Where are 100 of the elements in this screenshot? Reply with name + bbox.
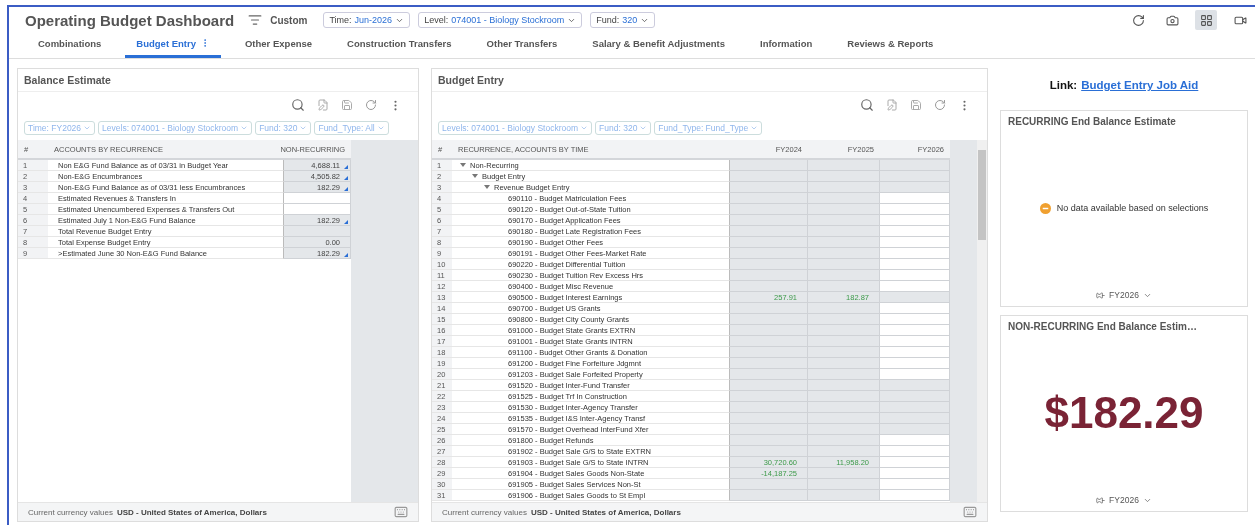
grid-icon — [1199, 13, 1213, 27]
expanded-caret-icon[interactable] — [472, 174, 478, 178]
input-cell[interactable] — [880, 446, 950, 457]
input-cell[interactable] — [880, 259, 950, 270]
view-label: Custom — [270, 14, 308, 26]
filter-dropdown[interactable]: Fund: 320 — [590, 12, 656, 28]
table-cell — [808, 204, 880, 215]
input-cell[interactable] — [880, 215, 950, 226]
table-cell — [808, 336, 880, 347]
save-icon[interactable] — [910, 99, 922, 111]
table-cell — [808, 259, 880, 270]
input-cell[interactable] — [880, 369, 950, 380]
panel-title: Balance Estimate — [18, 69, 418, 92]
edit-document-icon[interactable] — [886, 99, 898, 111]
table-cell — [808, 446, 880, 457]
table-cell — [808, 347, 880, 358]
input-cell[interactable] — [880, 237, 950, 248]
table-cell[interactable] — [284, 193, 351, 204]
input-cell[interactable] — [880, 193, 950, 204]
input-cell[interactable] — [880, 336, 950, 347]
input-cell[interactable] — [880, 325, 950, 336]
expanded-caret-icon[interactable] — [484, 185, 490, 189]
kpi-value: $182.29 — [1044, 388, 1204, 438]
table-cell — [808, 325, 880, 336]
keyboard-icon[interactable] — [394, 505, 408, 519]
tab[interactable]: Reviews & Reports — [836, 31, 945, 58]
tab[interactable]: Other Expense — [234, 31, 324, 58]
input-cell[interactable] — [880, 347, 950, 358]
currency-value: USD - United States of America, Dollars — [116, 507, 267, 517]
input-cell[interactable] — [880, 314, 950, 325]
input-cell[interactable] — [880, 435, 950, 446]
table-cell — [808, 248, 880, 259]
refresh-icon — [1131, 13, 1145, 27]
search-icon[interactable] — [860, 98, 874, 112]
chevron-icon — [580, 124, 589, 132]
camera-icon — [1165, 13, 1179, 27]
save-icon[interactable] — [341, 99, 353, 111]
table-cell — [808, 369, 880, 380]
job-aid-link[interactable]: Budget Entry Job Aid — [1081, 79, 1199, 91]
input-cell[interactable] — [880, 358, 950, 369]
table-cell[interactable] — [284, 204, 351, 215]
chevron-icon — [376, 124, 385, 132]
input-cell[interactable] — [880, 490, 950, 501]
link-label: Link: — [1049, 79, 1078, 91]
table-cell — [808, 270, 880, 281]
expanded-caret-icon[interactable] — [460, 163, 466, 167]
chevron-icon — [750, 124, 759, 132]
chevron-icon — [83, 124, 92, 132]
input-cell[interactable] — [880, 380, 950, 391]
table-cell — [808, 358, 880, 369]
input-cell[interactable] — [880, 226, 950, 237]
input-cell[interactable] — [880, 281, 950, 292]
minus-circle-icon — [1039, 202, 1051, 214]
period-dropdown[interactable]: FY2026 — [1109, 495, 1139, 505]
input-cell[interactable] — [880, 248, 950, 259]
input-cell[interactable] — [880, 292, 950, 303]
refresh-icon[interactable] — [934, 99, 946, 111]
search-icon[interactable] — [291, 98, 305, 112]
input-cell[interactable] — [880, 204, 950, 215]
tab[interactable]: Salary & Benefit Adjustments — [581, 31, 736, 58]
table-cell — [808, 303, 880, 314]
input-cell[interactable] — [880, 303, 950, 314]
table-cell — [808, 380, 880, 391]
period-dropdown[interactable]: FY2026 — [1109, 290, 1139, 300]
table-cell — [808, 435, 880, 446]
input-cell[interactable] — [880, 457, 950, 468]
tab[interactable]: Construction Transfers — [336, 31, 463, 58]
tab[interactable]: Combinations — [27, 31, 113, 58]
input-cell[interactable] — [880, 182, 950, 193]
pin-icon — [1096, 495, 1106, 505]
input-cell[interactable] — [880, 468, 950, 479]
scrollbar[interactable] — [977, 140, 987, 502]
tab[interactable]: Other Transfers — [475, 31, 569, 58]
currency-value: USD - United States of America, Dollars — [530, 507, 681, 517]
filter-dropdown[interactable]: Level: 074001 - Biology Stockroom — [418, 12, 583, 28]
panel-title: Budget Entry — [432, 69, 987, 92]
filter-icon[interactable] — [248, 13, 263, 27]
chevron-icon — [639, 124, 648, 132]
table-cell — [808, 215, 880, 226]
dashboard-title: Operating Budget Dashboard — [25, 11, 235, 29]
currency-label: Current currency values — [442, 507, 527, 517]
chevron-icon — [299, 124, 308, 132]
table-cell — [808, 237, 880, 248]
input-cell[interactable] — [880, 424, 950, 435]
input-cell[interactable] — [880, 270, 950, 281]
edit-document-icon[interactable] — [317, 99, 329, 111]
refresh-icon[interactable] — [365, 99, 377, 111]
grid-view-button[interactable] — [1195, 10, 1217, 30]
table-cell — [808, 424, 880, 435]
pin-icon — [1096, 290, 1106, 300]
table-cell — [808, 182, 880, 193]
input-cell[interactable] — [880, 479, 950, 490]
table-cell — [808, 314, 880, 325]
table-cell — [808, 281, 880, 292]
filter-dropdown[interactable]: Time: Jun-2026 — [323, 12, 411, 28]
tab[interactable]: Budget Entry — [125, 31, 221, 58]
tab[interactable]: Information — [749, 31, 824, 58]
keyboard-icon[interactable] — [963, 505, 977, 519]
card-title: RECURRING End Balance Estimate — [1007, 115, 1177, 129]
table-cell — [808, 193, 880, 204]
